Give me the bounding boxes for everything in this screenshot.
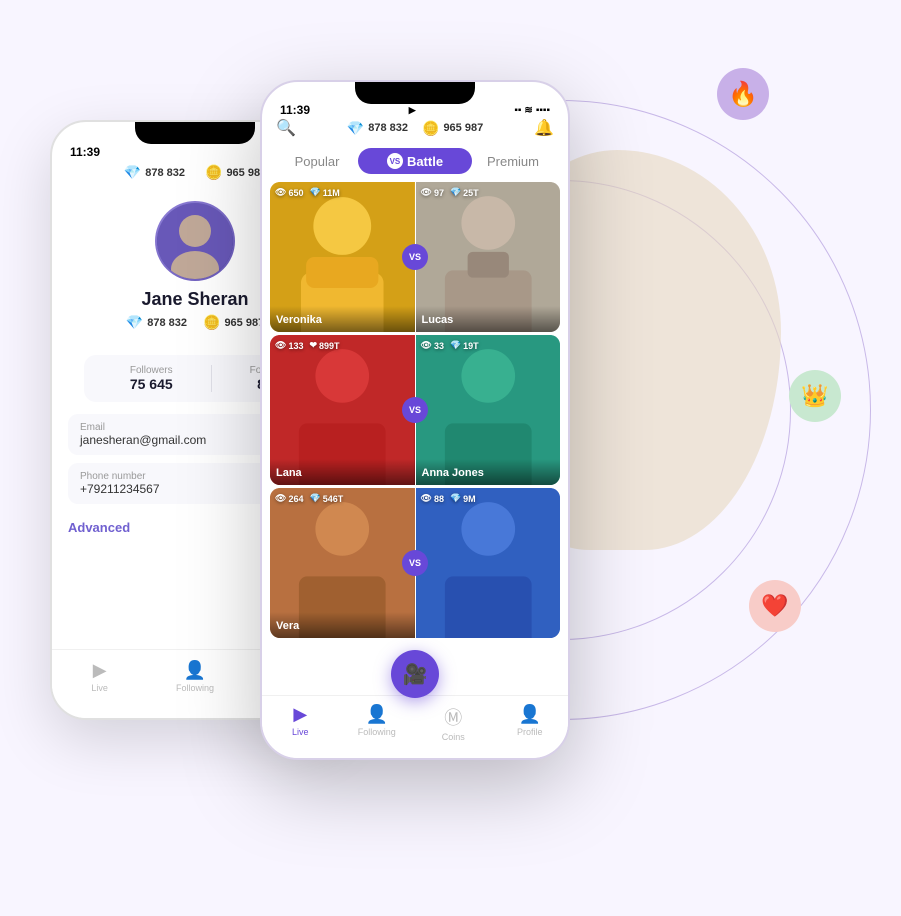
front-nav-following-label: Following: [358, 727, 396, 737]
veronika-name: Veronika: [276, 314, 322, 326]
lucas-stats: 👁 97 💎 25T: [421, 187, 479, 198]
stream-lana[interactable]: 👁 133 ❤ 899T Lana: [270, 335, 415, 485]
lucas-overlay: Lucas: [416, 306, 561, 332]
vera-stats: 👁 264 💎 546T: [275, 493, 343, 504]
followers-value: 75 645: [92, 376, 211, 392]
veronika-overlay: Veronika: [270, 306, 415, 332]
front-nav-profile[interactable]: 👤 Profile: [492, 704, 569, 742]
stream-vera[interactable]: 👁 264 💎 546T Vera: [270, 488, 415, 638]
followers-stat: Followers 75 645: [92, 365, 211, 392]
user-coin: 🪙 965 987: [203, 314, 264, 331]
front-time: 11:39: [280, 103, 310, 117]
stream-pair-2[interactable]: 👁 133 ❤ 899T Lana VS 👁 33: [270, 335, 560, 485]
avatar-ring: [155, 201, 235, 281]
streams-container: 👁 650 💎 11M Veronika VS: [262, 182, 568, 638]
back-coin-badge: 🪙 965 987: [205, 164, 266, 181]
back-nav-following[interactable]: 👤 Following: [147, 660, 242, 698]
followers-label: Followers: [92, 365, 211, 376]
front-currencies: 💎 878 832 🪙 965 987: [347, 120, 483, 137]
user-diamond: 💎 878 832: [126, 314, 187, 331]
front-nav-coins[interactable]: Ⓜ Coins: [415, 704, 492, 742]
back-diamond-icon: 💎: [124, 164, 141, 181]
front-nav-live-label: Live: [292, 727, 309, 737]
user-currencies: 💎 878 832 🪙 965 987: [126, 314, 264, 331]
heart-icon: ❤️: [749, 580, 801, 632]
bell-icon[interactable]: 🔔: [534, 118, 554, 138]
tab-popular[interactable]: Popular: [276, 150, 358, 173]
front-nav-following[interactable]: 👤 Following: [339, 704, 416, 742]
front-nav-coins-label: Coins: [442, 732, 465, 742]
vs-badge-2: VS: [402, 397, 428, 423]
vs-badge-1: VS: [402, 244, 428, 270]
front-header: 🔍 💎 878 832 🪙 965 987 🔔: [262, 114, 568, 144]
vera-name: Vera: [276, 620, 299, 632]
na-stats: 👁 88 💎 9M: [421, 493, 476, 504]
lucas-name: Lucas: [422, 314, 454, 326]
phone-back-notch: [135, 122, 255, 144]
tab-premium[interactable]: Premium: [472, 150, 554, 173]
stream-na[interactable]: 👁 88 💎 9M: [416, 488, 561, 638]
lana-overlay: Lana: [270, 459, 415, 485]
live-phone: 11:39 ▶ ▪▪ ≋ ▪▪▪▪ 🔍 💎 878 832 🪙 965 987: [260, 80, 570, 760]
lana-stats: 👁 133 ❤ 899T: [275, 340, 340, 351]
back-diamond-badge: 💎 878 832: [124, 164, 185, 181]
fab-button[interactable]: 🎥: [391, 650, 439, 698]
tabs-row: Popular VS Battle Premium: [262, 144, 568, 182]
stream-pair-1[interactable]: 👁 650 💎 11M Veronika VS: [270, 182, 560, 332]
front-coin-badge: 🪙 965 987: [422, 120, 483, 137]
back-coin-icon: 🪙: [205, 164, 222, 181]
front-bottom-nav: ▶ Live 👤 Following Ⓜ Coins 👤 Profile: [262, 695, 568, 758]
phone-front-notch: [355, 82, 475, 104]
lana-name: Lana: [276, 467, 302, 479]
avatar-image: [157, 203, 233, 279]
anna-name: Anna Jones: [422, 467, 484, 479]
avatar-svg: [157, 203, 233, 279]
crown-icon: 👑: [789, 370, 841, 422]
phones-container: 11:39 ▪▪ ≋ ▪▪▪ 💎 878 832 🪙 965 987: [50, 60, 570, 760]
back-nav-live[interactable]: ▶ Live: [52, 660, 147, 698]
stream-veronika[interactable]: 👁 650 💎 11M Veronika: [270, 182, 415, 332]
search-icon[interactable]: 🔍: [276, 118, 296, 138]
front-diamond-badge: 💎 878 832: [347, 120, 408, 137]
user-name: Jane Sheran: [141, 289, 248, 310]
front-nav-profile-label: Profile: [517, 727, 543, 737]
front-nav-live[interactable]: ▶ Live: [262, 704, 339, 742]
veronika-stats: 👁 650 💎 11M: [275, 187, 340, 198]
stream-lucas[interactable]: 👁 97 💎 25T Lucas: [416, 182, 561, 332]
na-img: [416, 488, 561, 638]
anna-stats: 👁 33 💎 19T: [421, 340, 479, 351]
vs-badge-3: VS: [402, 550, 428, 576]
front-status-icons: ▪▪ ≋ ▪▪▪▪: [514, 105, 550, 116]
back-time: 11:39: [70, 145, 100, 159]
vera-overlay: Vera: [270, 612, 415, 638]
fire-icon: 🔥: [717, 68, 769, 120]
stream-anna[interactable]: 👁 33 💎 19T Anna Jones: [416, 335, 561, 485]
anna-overlay: Anna Jones: [416, 459, 561, 485]
tab-battle[interactable]: VS Battle: [358, 148, 472, 174]
stream-pair-3[interactable]: 👁 264 💎 546T Vera VS 👁 88: [270, 488, 560, 638]
